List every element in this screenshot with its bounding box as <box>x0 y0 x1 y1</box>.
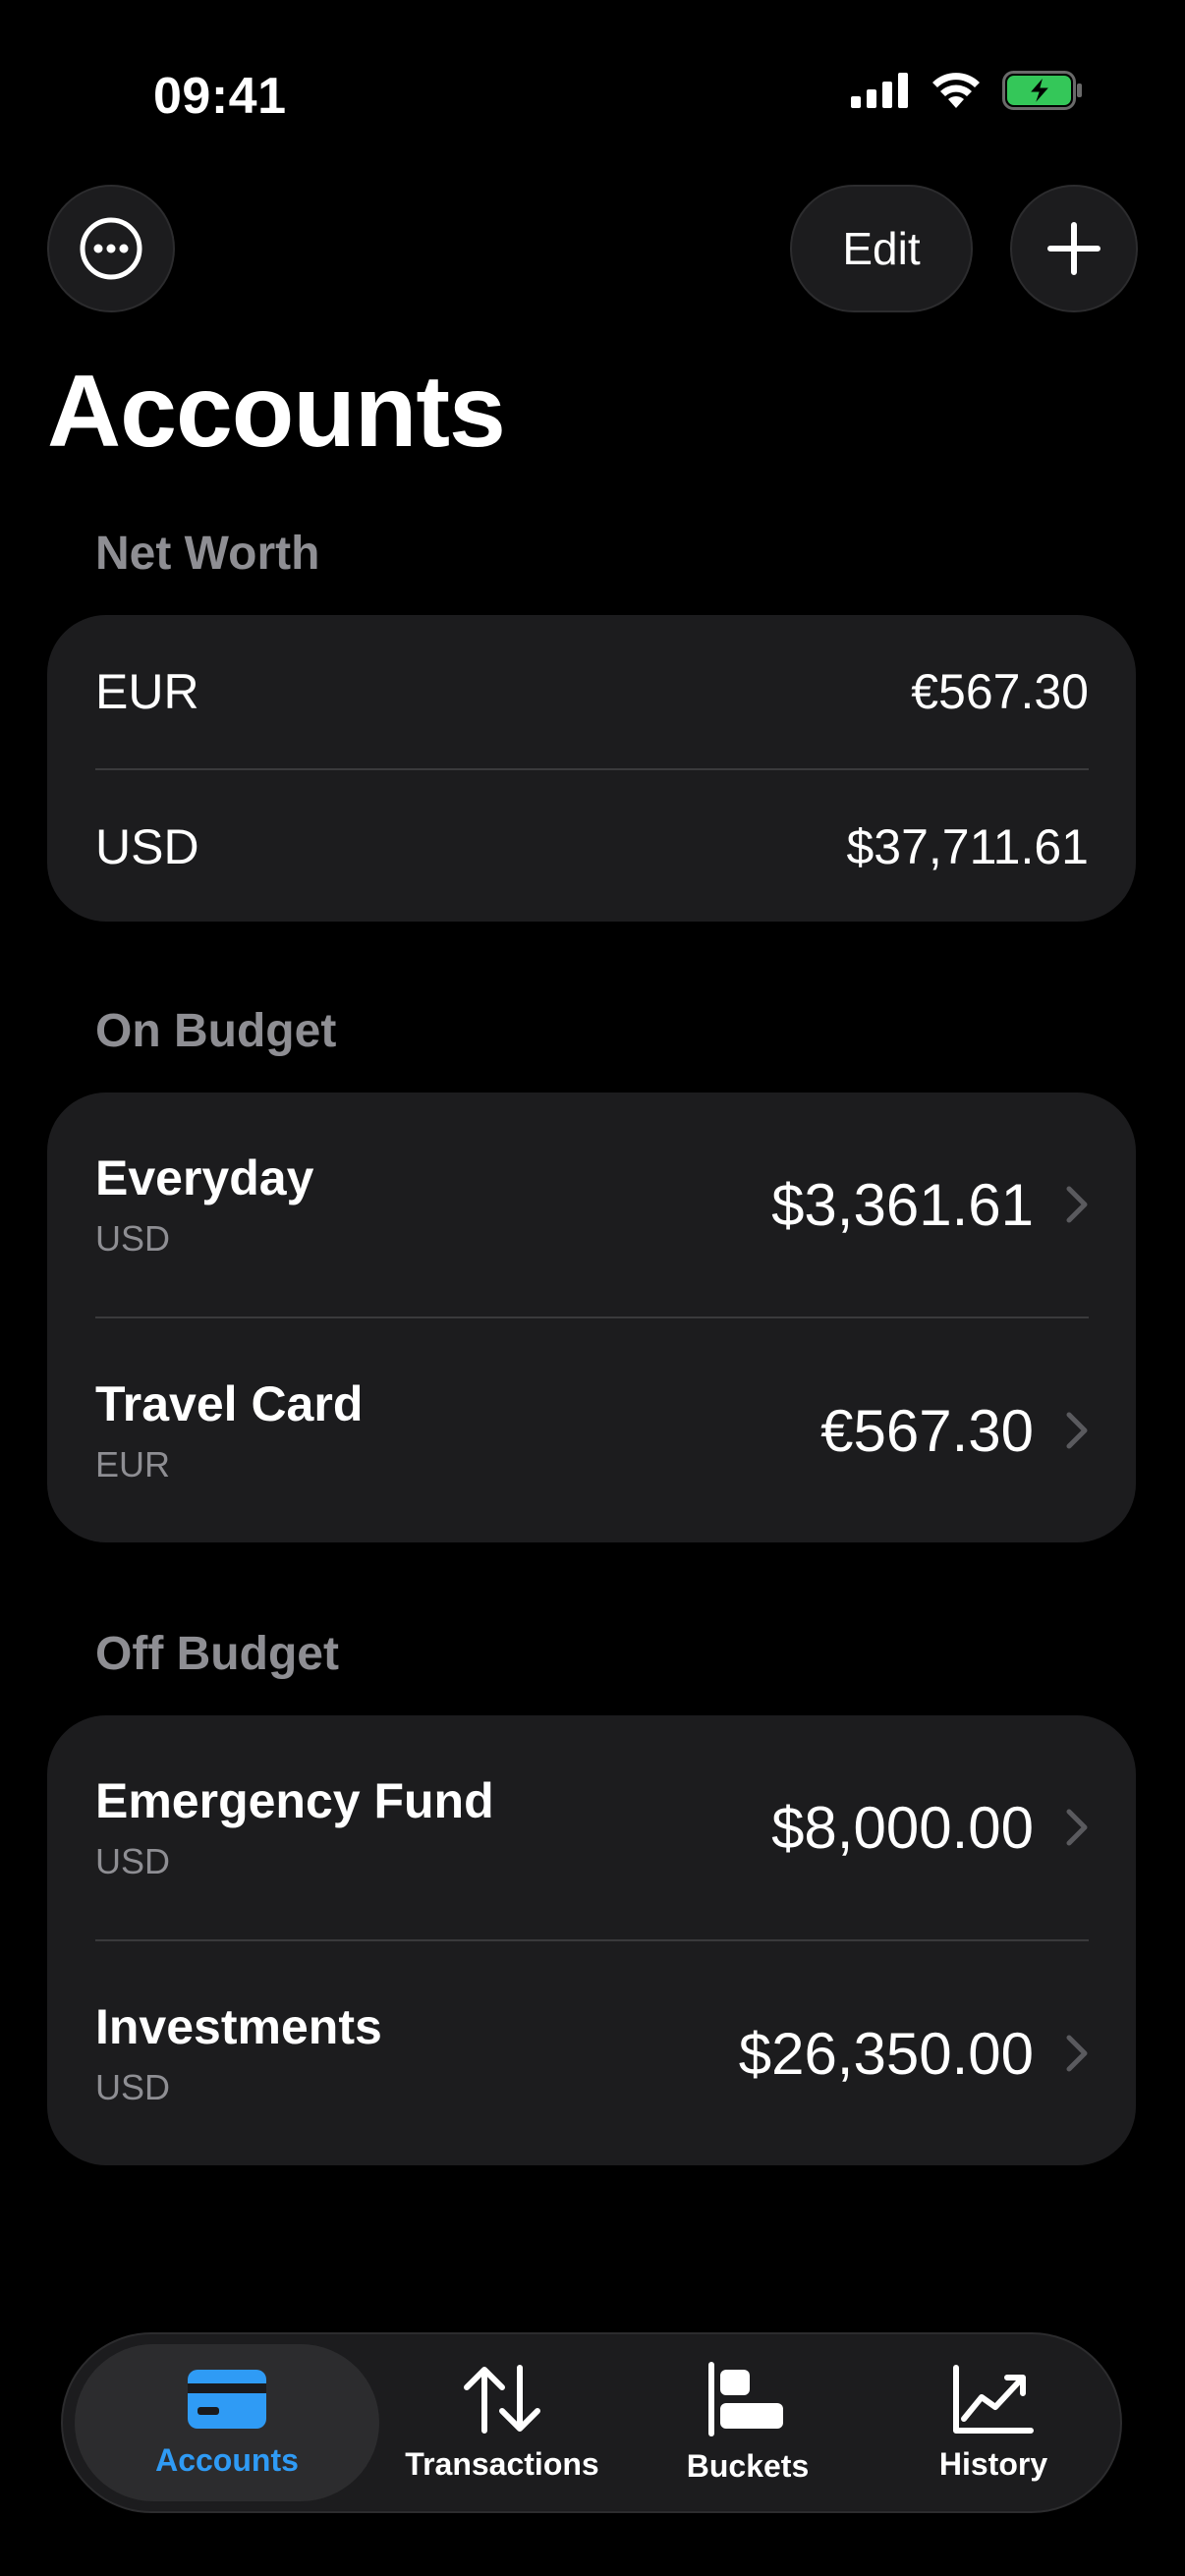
account-row-travel-card[interactable]: Travel Card EUR €567.30 <box>47 1318 1136 1542</box>
account-balance: €567.30 <box>820 1397 1034 1464</box>
net-worth-amount: €567.30 <box>911 664 1089 719</box>
tab-label: Transactions <box>405 2445 599 2482</box>
account-balance: $8,000.00 <box>771 1794 1034 1861</box>
tab-history[interactable]: History <box>871 2344 1116 2501</box>
tab-bar: Accounts Transactions Buckets History <box>61 2332 1122 2513</box>
net-worth-currency: EUR <box>95 664 199 719</box>
ellipsis-circle-icon <box>80 217 142 280</box>
account-currency: USD <box>95 1218 171 1259</box>
on-budget-card: Everyday USD $3,361.61 Travel Card EUR €… <box>47 1092 1136 1542</box>
account-currency: EUR <box>95 1444 171 1484</box>
account-name: Everyday <box>95 1150 314 1205</box>
on-budget-header: On Budget <box>95 1005 337 1057</box>
tab-label: History <box>938 2445 1048 2482</box>
edit-button[interactable]: Edit <box>790 185 973 312</box>
chevron-right-icon <box>1066 1412 1088 1449</box>
account-currency: USD <box>95 1841 171 1881</box>
net-worth-row-eur: EUR €567.30 <box>47 615 1136 768</box>
account-name: Travel Card <box>95 1376 364 1431</box>
account-row-emergency-fund[interactable]: Emergency Fund USD $8,000.00 <box>47 1715 1136 1939</box>
credit-card-icon <box>188 2369 266 2429</box>
off-budget-card: Emergency Fund USD $8,000.00 Investments… <box>47 1715 1136 2165</box>
account-row-everyday[interactable]: Everyday USD $3,361.61 <box>47 1092 1136 1316</box>
account-balance: $3,361.61 <box>771 1171 1034 1238</box>
accounts-screen: 09:41 Edit Accounts Net Worth EUR €567.3… <box>0 0 1185 2576</box>
chevron-right-icon <box>1066 1186 1088 1223</box>
tab-label: Accounts <box>155 2441 299 2478</box>
battery-charging-icon <box>1002 71 1082 110</box>
account-name: Investments <box>95 1999 382 2054</box>
tab-label: Buckets <box>686 2447 810 2484</box>
tab-transactions[interactable]: Transactions <box>379 2344 625 2501</box>
page-title: Accounts <box>47 355 506 469</box>
line-chart-icon <box>953 2364 1034 2434</box>
status-time: 09:41 <box>153 68 287 125</box>
net-worth-amount: $37,711.61 <box>846 819 1089 874</box>
plus-icon <box>1047 222 1100 275</box>
net-worth-card: EUR €567.30 USD $37,711.61 <box>47 615 1136 922</box>
more-options-button[interactable] <box>47 185 175 312</box>
wifi-icon <box>932 73 980 108</box>
cellular-signal-icon <box>851 73 908 108</box>
arrows-up-down-icon <box>464 2364 540 2434</box>
net-worth-row-usd: USD $37,711.61 <box>47 770 1136 922</box>
chevron-right-icon <box>1066 1809 1088 1846</box>
add-account-button[interactable] <box>1010 185 1138 312</box>
account-currency: USD <box>95 2067 171 2107</box>
account-name: Emergency Fund <box>95 1773 494 1828</box>
tab-accounts[interactable]: Accounts <box>75 2344 379 2501</box>
off-budget-header: Off Budget <box>95 1628 339 1680</box>
bar-chart-horizontal-icon <box>708 2361 783 2436</box>
net-worth-currency: USD <box>95 819 199 874</box>
chevron-right-icon <box>1066 2035 1088 2072</box>
net-worth-header: Net Worth <box>95 528 320 580</box>
status-icons <box>851 71 1083 110</box>
account-row-investments[interactable]: Investments USD $26,350.00 <box>47 1941 1136 2165</box>
tab-buckets[interactable]: Buckets <box>625 2344 871 2501</box>
account-balance: $26,350.00 <box>738 2020 1034 2087</box>
